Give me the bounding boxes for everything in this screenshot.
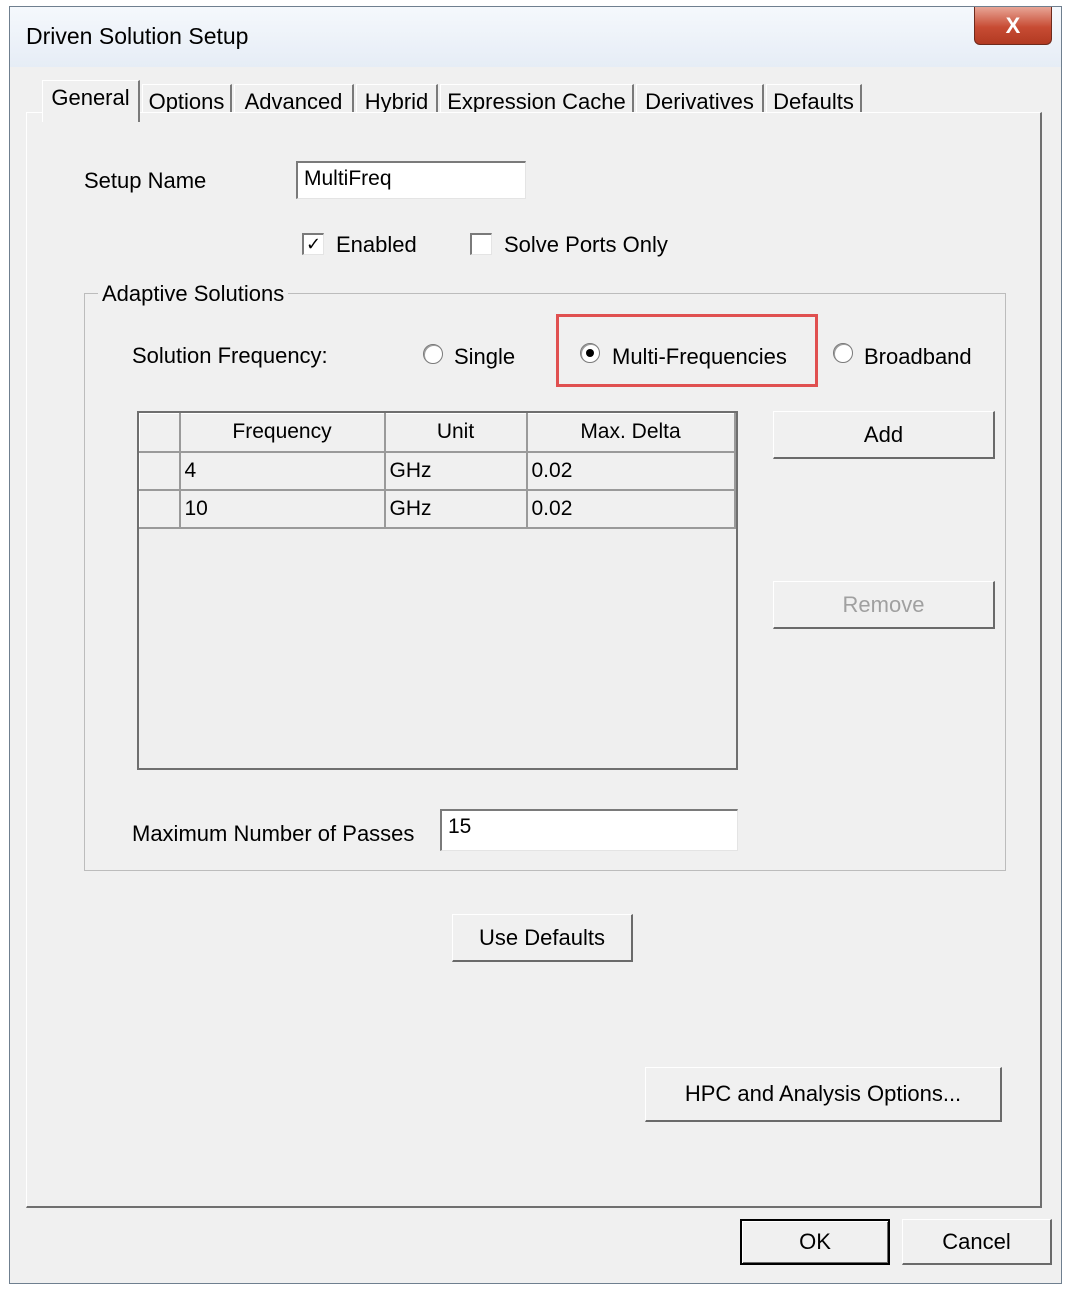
radio-single-label: Single [454,344,516,369]
ok-button[interactable]: OK [740,1219,890,1265]
add-button[interactable]: Add [773,411,995,459]
unit-cell[interactable]: GHz [384,489,528,529]
column-header[interactable]: Max. Delta [526,413,736,453]
adaptive-solutions-title: Adaptive Solutions [98,281,289,307]
remove-button[interactable]: Remove [773,581,995,629]
max-delta-cell[interactable]: 0.02 [526,489,736,529]
column-header[interactable]: Unit [384,413,528,453]
solution-frequency-label: Solution Frequency: [132,343,328,368]
use-defaults-button[interactable]: Use Defaults [452,914,633,962]
table-header-row: Frequency Unit Max. Delta [139,413,736,453]
max-delta-cell[interactable]: 0.02 [526,451,736,491]
hpc-analysis-options-button[interactable]: HPC and Analysis Options... [645,1067,1002,1122]
column-header[interactable]: Frequency [179,413,386,453]
check-icon: ✓ [305,234,322,254]
panel-content: Setup Name MultiFreq ✓ Enabled Solve Por… [0,0,1065,1289]
enabled-checkbox[interactable]: ✓ [302,233,324,255]
setup-name-label: Setup Name [84,168,207,193]
frequency-cell[interactable]: 10 [179,489,386,529]
table-row[interactable]: 4 GHz 0.02 [139,451,736,491]
frequency-table: Frequency Unit Max. Delta 4 GHz 0.02 10 … [137,411,738,770]
frequency-cell[interactable]: 4 [179,451,386,491]
solve-ports-only-checkbox[interactable] [470,233,492,255]
max-passes-input[interactable]: 15 [440,809,738,851]
radio-single[interactable] [423,344,443,364]
setup-name-input[interactable]: MultiFreq [296,161,526,199]
radio-broadband[interactable] [833,343,853,363]
max-passes-label: Maximum Number of Passes [132,821,415,846]
enabled-label: Enabled [336,232,417,257]
table-row[interactable]: 10 GHz 0.02 [139,489,736,529]
corner-header [139,413,181,453]
solve-ports-only-label: Solve Ports Only [504,232,668,257]
highlight-box [556,314,818,387]
row-header[interactable] [139,489,181,529]
row-header[interactable] [139,451,181,491]
cancel-button[interactable]: Cancel [902,1219,1052,1265]
unit-cell[interactable]: GHz [384,451,528,491]
radio-broadband-label: Broadband [864,344,972,369]
